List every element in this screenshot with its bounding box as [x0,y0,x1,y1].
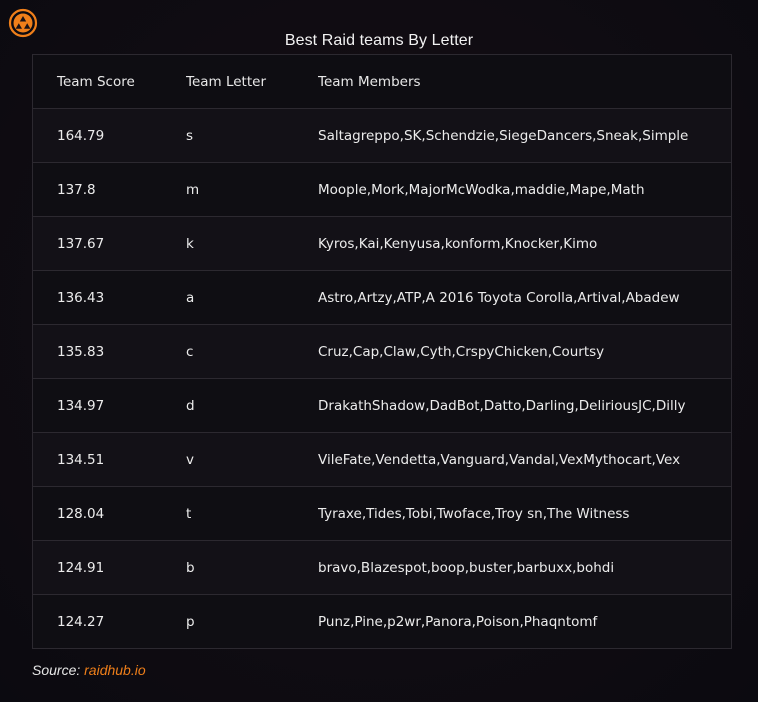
team-score-cell: 124.27 [57,613,105,630]
team-letter-cell: v [186,451,194,468]
team-score-cell: 134.51 [57,451,105,468]
source-link[interactable]: raidhub.io [84,662,146,678]
team-score-cell: 128.04 [57,505,105,522]
team-members-cell: Kyros,Kai,Kenyusa,konform,Knocker,Kimo [318,235,598,252]
team-letter-cell: s [186,127,194,144]
table-row: 137.67 k Kyros,Kai,Kenyusa,konform,Knock… [33,216,731,271]
table-row: 164.79 s Saltagreppo,SK,Schendzie,SiegeD… [33,108,731,163]
team-members-cell: Punz,Pine,p2wr,Panora,Poison,Phaqntomf [318,613,598,630]
team-letter-cell: t [186,505,192,522]
team-score-cell: 164.79 [57,127,105,144]
team-members-cell: bravo,Blazespot,boop,buster,barbuxx,bohd… [318,559,615,576]
team-letter-cell: c [186,343,194,360]
team-letter-cell: k [186,235,194,252]
team-letter-cell: d [186,397,195,414]
table-row: 136.43 a Astro,Artzy,ATP,A 2016 Toyota C… [33,270,731,325]
team-members-cell: VileFate,Vendetta,Vanguard,Vandal,VexMyt… [318,451,681,468]
table-row: 135.83 c Cruz,Cap,Claw,Cyth,CrspyChicken… [33,324,731,379]
table-row: 134.97 d DrakathShadow,DadBot,Datto,Darl… [33,378,731,433]
table-row: 124.91 b bravo,Blazespot,boop,buster,bar… [33,540,731,595]
table-row: 137.8 m Moople,Mork,MajorMcWodka,maddie,… [33,162,731,217]
team-letter-cell: p [186,613,195,630]
team-score-cell: 135.83 [57,343,105,360]
team-letter-cell: b [186,559,195,576]
team-score-cell: 136.43 [57,289,105,306]
team-score-cell: 124.91 [57,559,105,576]
team-score-cell: 137.67 [57,235,105,252]
team-score-cell: 137.8 [57,181,96,198]
teams-table: Team Score Team Letter Team Members 164.… [32,54,732,649]
table-row: 128.04 t Tyraxe,Tides,Tobi,Twoface,Troy … [33,486,731,541]
column-header-team-members: Team Members [318,73,421,90]
team-letter-cell: m [186,181,200,198]
table-row: 124.27 p Punz,Pine,p2wr,Panora,Poison,Ph… [33,594,731,648]
column-header-team-score: Team Score [57,73,135,90]
team-members-cell: DrakathShadow,DadBot,Datto,Darling,Delir… [318,397,686,414]
team-members-cell: Saltagreppo,SK,Schendzie,SiegeDancers,Sn… [318,127,689,144]
team-score-cell: 134.97 [57,397,105,414]
source-label: Source: [32,662,81,678]
column-header-team-letter: Team Letter [186,73,267,90]
team-members-cell: Moople,Mork,MajorMcWodka,maddie,Mape,Mat… [318,181,645,198]
table-header-row: Team Score Team Letter Team Members [33,55,731,109]
team-members-cell: Astro,Artzy,ATP,A 2016 Toyota Corolla,Ar… [318,289,680,306]
table-title: Best Raid teams By Letter [284,32,474,49]
source-note: Source: raidhub.io [32,662,146,678]
team-members-cell: Tyraxe,Tides,Tobi,Twoface,Troy sn,The Wi… [318,505,630,522]
team-members-cell: Cruz,Cap,Claw,Cyth,CrspyChicken,Courtsy [318,343,605,360]
team-letter-cell: a [186,289,195,306]
table-row: 134.51 v VileFate,Vendetta,Vanguard,Vand… [33,432,731,487]
